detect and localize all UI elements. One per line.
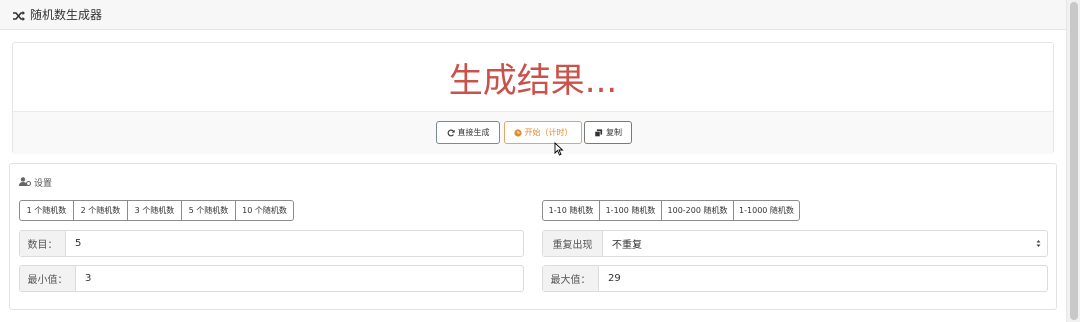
settings-panel: 设置 1 个随机数 2 个随机数 3 个随机数 5 个随机数 10 个随机数 1… xyxy=(9,163,1057,310)
preset-count-2[interactable]: 2 个随机数 xyxy=(74,200,128,221)
count-preset-group: 1 个随机数 2 个随机数 3 个随机数 5 个随机数 10 个随机数 xyxy=(19,200,294,221)
range-preset-group: 1-10 随机数 1-100 随机数 100-200 随机数 1-1000 随机… xyxy=(542,200,800,221)
select-updown-icon xyxy=(1036,239,1041,248)
count-input[interactable]: 5 xyxy=(66,231,523,256)
shuffle-icon xyxy=(12,8,26,22)
result-display: 生成结果... xyxy=(448,60,618,101)
clock-icon xyxy=(513,128,522,137)
start-timer-label: 开始（计时） xyxy=(524,128,573,137)
vertical-scrollbar[interactable] xyxy=(1066,0,1080,322)
app-header: 随机数生成器 xyxy=(0,0,1066,30)
repeat-select-group: 重复出现 不重复 xyxy=(542,230,1048,257)
copy-button[interactable]: 复制 xyxy=(584,121,632,144)
count-input-group: 数目： 5 xyxy=(19,230,524,257)
start-timer-button[interactable]: 开始（计时） xyxy=(504,121,582,144)
preset-range-1-1000[interactable]: 1-1000 随机数 xyxy=(734,200,800,221)
max-input[interactable]: 29 xyxy=(599,266,1047,291)
count-label: 数目： xyxy=(20,231,66,256)
settings-title: 设置 xyxy=(34,179,53,189)
preset-count-3[interactable]: 3 个随机数 xyxy=(128,200,182,221)
max-label: 最大值： xyxy=(543,266,599,291)
min-input[interactable]: 3 xyxy=(76,266,523,291)
copy-label: 复制 xyxy=(606,128,622,137)
scrollbar-thumb[interactable] xyxy=(1070,2,1078,320)
repeat-label: 重复出现 xyxy=(543,231,603,256)
settings-heading: 设置 xyxy=(19,176,52,189)
preset-count-10[interactable]: 10 个随机数 xyxy=(236,200,294,221)
direct-generate-label: 直接生成 xyxy=(457,128,490,137)
min-input-group: 最小值： 3 xyxy=(19,265,524,292)
result-actions: 直接生成 开始（计时） 复制 xyxy=(13,111,1053,154)
result-panel: 生成结果... 直接生成 开始（计时） 复制 xyxy=(12,42,1054,154)
preset-range-100-200[interactable]: 100-200 随机数 xyxy=(662,200,734,221)
user-settings-icon xyxy=(19,176,32,189)
preset-count-5[interactable]: 5 个随机数 xyxy=(182,200,236,221)
page-title: 随机数生成器 xyxy=(30,8,103,22)
repeat-select-value: 不重复 xyxy=(612,240,642,251)
copy-icon xyxy=(594,128,603,137)
repeat-select[interactable]: 不重复 xyxy=(603,231,1047,256)
mouse-cursor-icon xyxy=(554,141,564,156)
min-label: 最小值： xyxy=(20,266,76,291)
max-input-group: 最大值： 29 xyxy=(542,265,1048,292)
direct-generate-button[interactable]: 直接生成 xyxy=(436,121,500,144)
preset-range-1-10[interactable]: 1-10 随机数 xyxy=(542,200,600,221)
refresh-icon xyxy=(447,129,455,137)
preset-range-1-100[interactable]: 1-100 随机数 xyxy=(600,200,662,221)
page: 随机数生成器 生成结果... 直接生成 开始（计时） 复制 设置 1 个随机数 … xyxy=(0,0,1066,322)
preset-count-1[interactable]: 1 个随机数 xyxy=(19,200,74,221)
